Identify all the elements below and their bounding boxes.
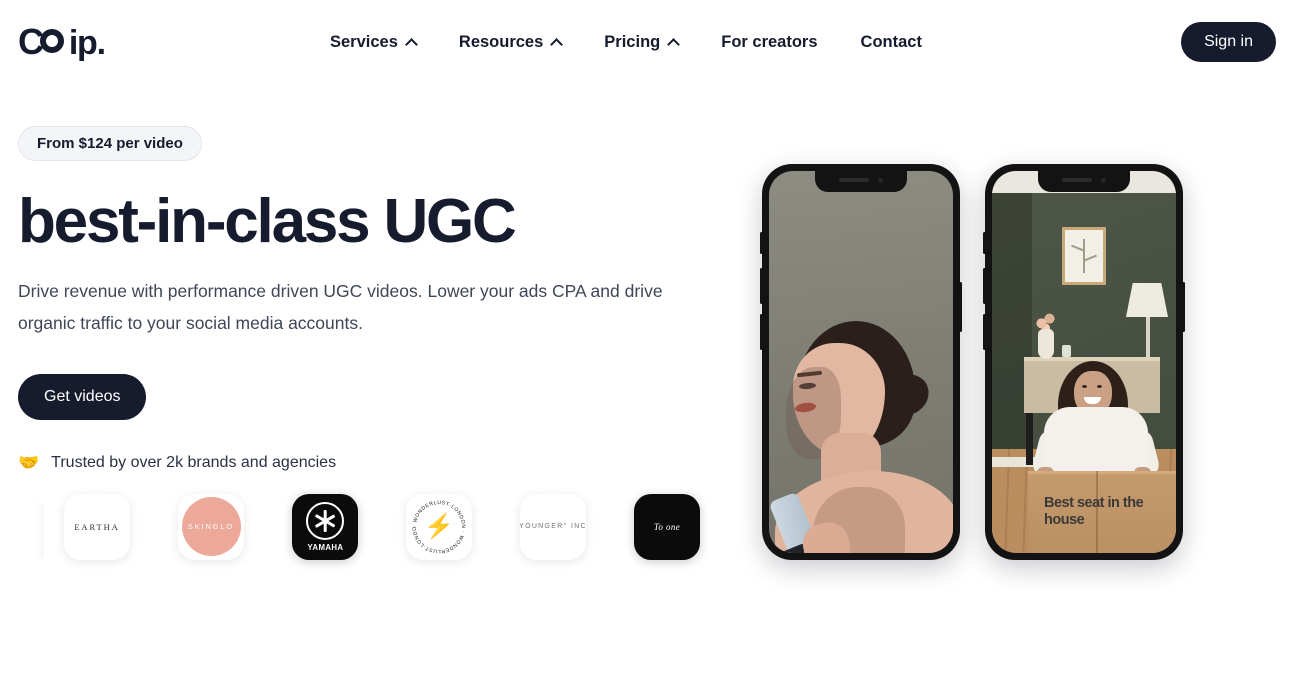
nav-item-contact[interactable]: Contact bbox=[861, 33, 922, 52]
nav-item-label: For creators bbox=[721, 32, 818, 51]
brand-logo-to-one[interactable]: To one bbox=[634, 493, 700, 560]
video-caption-overlay: Best seat in the house bbox=[1044, 495, 1144, 528]
phone-mockup-1 bbox=[760, 164, 962, 560]
logo-loop-glyph bbox=[39, 28, 64, 54]
handshake-icon: 🤝 bbox=[18, 453, 40, 473]
chevron-up-icon[interactable] bbox=[405, 37, 418, 51]
nav-item-label: Contact bbox=[860, 32, 922, 51]
sign-in-button[interactable]: Sign in bbox=[1181, 22, 1276, 62]
trusted-by-label: Trusted by over 2k brands and agencies bbox=[51, 453, 337, 471]
get-videos-button[interactable]: Get videos bbox=[18, 373, 147, 420]
lamp-icon bbox=[1126, 283, 1168, 317]
phone-mute-switch bbox=[983, 232, 986, 254]
brand-logo-label: YAMAHA bbox=[307, 541, 343, 552]
phone-notch bbox=[815, 171, 907, 192]
phone-volume-down-button bbox=[760, 314, 763, 350]
brand-logo-label: To one bbox=[653, 521, 681, 532]
nav-item-pricing[interactable]: Pricing bbox=[604, 32, 681, 52]
earpiece-speaker-icon bbox=[1062, 178, 1092, 182]
nav-item-label: Resources bbox=[458, 32, 544, 51]
phone-screen-1[interactable] bbox=[769, 171, 953, 553]
nav-item-for-creators[interactable]: For creators bbox=[721, 33, 817, 52]
yamaha-mark: YAMAHA bbox=[306, 501, 345, 552]
front-camera-icon bbox=[878, 177, 883, 183]
phone-screen-2[interactable]: Best seat in the house bbox=[992, 171, 1176, 553]
brand-logo-wonderlust-london[interactable]: · WONDERLUST·LONDON · WONDERLUST·LONDON … bbox=[406, 493, 472, 560]
page-title: best-in-class UGC bbox=[18, 187, 517, 256]
trusted-by-row: 🤝 Trusted by over 2k brands and agencies bbox=[18, 454, 758, 472]
wonderlust-mark: · WONDERLUST·LONDON · WONDERLUST·LONDON … bbox=[409, 497, 469, 557]
hero-subtitle: Drive revenue with performance driven UG… bbox=[18, 281, 663, 333]
chevron-up-icon[interactable] bbox=[667, 37, 681, 51]
ugc-video-thumbnail-2: Best seat in the house bbox=[992, 171, 1176, 553]
brand-logo-label: EARTHA bbox=[74, 521, 120, 532]
nav-item-services[interactable]: Services bbox=[330, 32, 418, 52]
hero-content: From $124 per video best-in-class UGC Dr… bbox=[18, 84, 758, 560]
ugc-video-thumbnail-1 bbox=[769, 171, 953, 553]
brand-logo-yamaha[interactable]: YAMAHA bbox=[292, 493, 358, 560]
framed-artwork bbox=[1062, 227, 1106, 285]
phone-volume-down-button bbox=[983, 314, 986, 350]
brand-logo-strip: EARTHA SKINGLO YAMAHA · WONDERLUST·LONDO… bbox=[18, 493, 758, 560]
front-camera-icon bbox=[1101, 177, 1106, 183]
lightning-bolt-icon: ⚡ bbox=[424, 512, 454, 540]
logo-letters-ip: ip. bbox=[68, 24, 106, 62]
brand-logo-label: YOUNGER° INC bbox=[520, 523, 586, 531]
phone-notch bbox=[1038, 171, 1130, 192]
earpiece-speaker-icon bbox=[839, 178, 869, 182]
brand-logo-skinglo[interactable]: SKINGLO bbox=[178, 493, 244, 560]
brand-logo-eartha[interactable]: EARTHA bbox=[64, 493, 130, 560]
brand-logo-label: SKINGLO bbox=[181, 497, 241, 557]
price-badge: From $124 per video bbox=[18, 126, 202, 161]
brand-logo[interactable]: C ip. Clip. bbox=[18, 21, 106, 63]
chevron-up-icon[interactable] bbox=[550, 37, 564, 51]
main-navigation: Services Resources Pricing For creators … bbox=[330, 0, 922, 84]
nav-item-label: Services bbox=[330, 32, 398, 51]
nav-item-label: Pricing bbox=[604, 32, 661, 51]
nav-item-resources[interactable]: Resources bbox=[458, 32, 564, 52]
site-header: C ip. Clip. Services Resources Pricing F… bbox=[0, 0, 1294, 84]
brand-logo-younger-inc[interactable]: YOUNGER° INC bbox=[520, 493, 586, 560]
phone-volume-up-button bbox=[760, 268, 763, 304]
phone-mockups: Best seat in the house bbox=[760, 164, 1185, 560]
phone-volume-up-button bbox=[983, 268, 986, 304]
tuning-fork-icon bbox=[306, 501, 344, 540]
phone-mockup-2: Best seat in the house bbox=[983, 164, 1185, 560]
phone-mute-switch bbox=[760, 232, 763, 254]
phone-power-button bbox=[959, 282, 962, 332]
phone-power-button bbox=[1182, 282, 1185, 332]
